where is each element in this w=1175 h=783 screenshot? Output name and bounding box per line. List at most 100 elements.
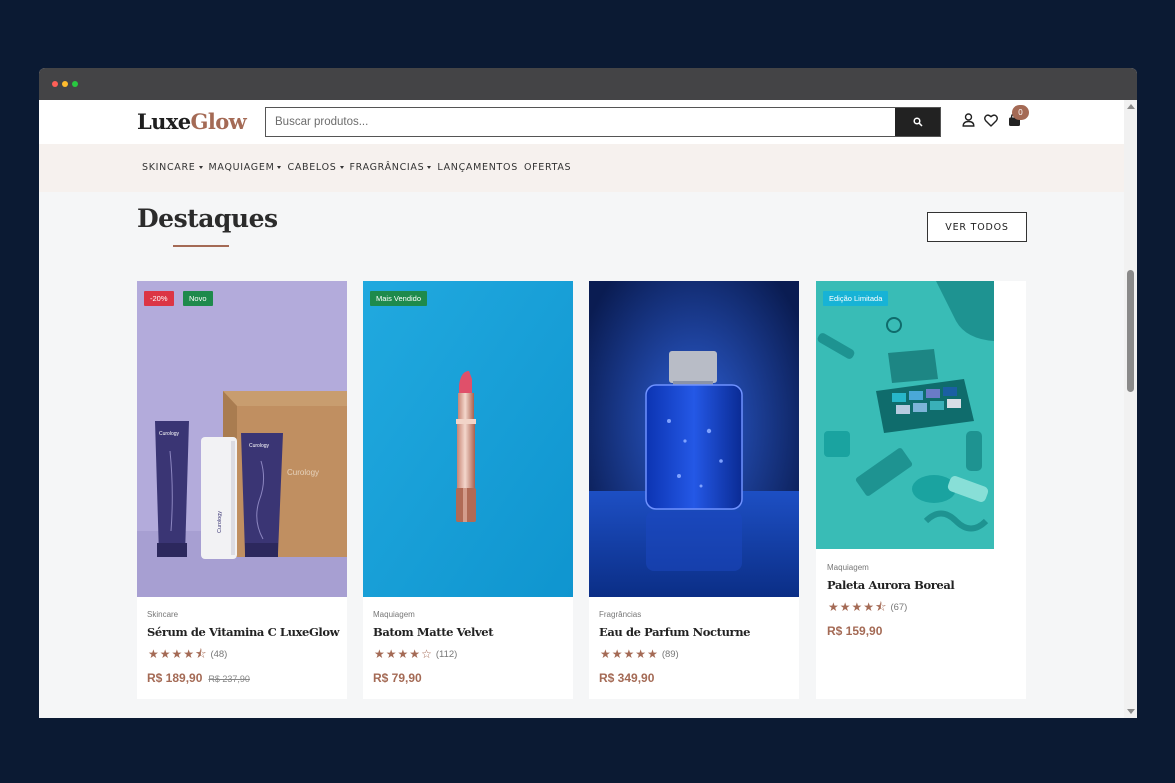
product-price: R$ 189,90 R$ 237,90 (147, 671, 250, 685)
nav-item-2[interactable]: MAQUIAGEM (209, 162, 282, 173)
current-price: R$ 349,90 (599, 671, 655, 685)
caret-down-icon (339, 166, 344, 169)
badge-limited: Edição Limitada (823, 291, 889, 306)
badge-bestseller: Mais Vendido (370, 291, 428, 306)
star-icon: ★ (828, 600, 839, 614)
product-price: R$ 159,90 (827, 624, 882, 638)
review-count: (48) (210, 648, 228, 660)
badge-new: Novo (183, 291, 213, 306)
old-price: R$ 237,90 (208, 674, 250, 684)
star-icon: ★ (374, 647, 385, 661)
product-price: R$ 349,90 (599, 671, 654, 685)
star-icon: ★ (409, 647, 421, 661)
product-card[interactable]: Edição Limitada Maquiagem Paleta Aurora … (816, 281, 1026, 699)
title-underline (173, 245, 229, 247)
product-name[interactable]: Paleta Aurora Boreal (827, 578, 955, 592)
window-titlebar (39, 68, 1137, 100)
page-viewport: LuxeGlow Buscar produtos... 0 SKINCARE M… (39, 100, 1124, 718)
lipstick-image (363, 281, 573, 597)
product-card[interactable]: Fragrâncias Eau de Parfum Nocturne ★ ★ ★… (589, 281, 799, 699)
product-card[interactable]: Mais Vendido Maquiagem Batom Matte Velve… (363, 281, 573, 699)
search-icon (912, 117, 923, 127)
star-icon: ★ (623, 647, 635, 661)
star-icon: ★ (148, 647, 159, 661)
nav-item-label: CABELOS (287, 162, 337, 173)
star-icon: ★ (635, 647, 647, 661)
product-rating: ★ ★ ★ ★ ★ (89) (600, 648, 679, 660)
product-rating: ★ ★ ★ ★ ⯪ (67) (828, 601, 907, 613)
product-image[interactable] (363, 281, 573, 597)
product-category: Maquiagem (373, 610, 415, 619)
scroll-up-arrow-icon[interactable] (1127, 104, 1135, 109)
nav-item-label: OFERTAS (523, 162, 572, 173)
nav-item-1[interactable]: SKINCARE (142, 162, 203, 173)
perfume-image (589, 281, 799, 597)
star-icon: ★ (600, 647, 611, 661)
brand-logo-part1: Luxe (137, 109, 191, 134)
search-button[interactable] (895, 108, 940, 136)
product-image[interactable]: Curology Curology Curology Curology (137, 281, 347, 597)
site-header: LuxeGlow Buscar produtos... 0 (39, 100, 1124, 144)
user-icon (961, 113, 975, 127)
star-icon: ★ (647, 647, 658, 661)
star-icon: ★ (863, 600, 875, 614)
nav-item-label: MAQUIAGEM (208, 162, 275, 173)
product-image[interactable] (589, 281, 799, 597)
nav-item-4[interactable]: FRAGRÂNCIAS (350, 162, 432, 173)
star-icon: ★ (397, 647, 409, 661)
scroll-down-arrow-icon[interactable] (1127, 709, 1135, 714)
review-count: (112) (435, 648, 458, 660)
star-icon: ★ (183, 647, 195, 661)
product-price: R$ 79,90 (373, 671, 422, 685)
brand-logo[interactable]: LuxeGlow (137, 109, 247, 134)
window-maximize-button[interactable] (72, 81, 78, 87)
nav-items: SKINCARE MAQUIAGEM CABELOS FRAGRÂNCIAS LANÇA… (142, 162, 571, 173)
product-rating: ★ ★ ★ ★ ☆ (112) (374, 648, 457, 660)
caret-down-icon (198, 166, 203, 169)
product-name[interactable]: Batom Matte Velvet (373, 625, 494, 639)
nav-item-6[interactable]: OFERTAS (524, 162, 571, 173)
heart-icon (984, 113, 998, 127)
nav-item-3[interactable]: CABELOS (287, 162, 344, 173)
window-close-button[interactable] (52, 81, 58, 87)
current-price: R$ 189,90 (147, 671, 203, 685)
scroll-thumb[interactable] (1127, 270, 1134, 392)
star-icon: ★ (839, 600, 851, 614)
vertical-scrollbar[interactable] (1124, 100, 1137, 718)
box-brand-text: Curology (287, 468, 319, 477)
product-image[interactable] (816, 281, 994, 549)
browser-window: LuxeGlow Buscar produtos... 0 SKINCARE M… (39, 68, 1137, 718)
wishlist-button[interactable] (983, 112, 999, 128)
current-price: R$ 79,90 (373, 671, 422, 685)
main-nav: SKINCARE MAQUIAGEM CABELOS FRAGRÂNCIAS LANÇA… (39, 144, 1124, 192)
product-card[interactable]: Curology Curology Curology Curology -20%… (137, 281, 347, 699)
palette-image (816, 281, 994, 549)
current-price: R$ 159,90 (827, 624, 883, 638)
nav-item-5[interactable]: LANÇAMENTOS (437, 162, 518, 173)
caret-down-icon (277, 166, 282, 169)
bottle-brand-text: Curology (217, 511, 223, 533)
view-all-button[interactable]: VER TODOS (927, 212, 1027, 242)
badge-discount: -20% (144, 291, 174, 306)
account-button[interactable] (960, 112, 976, 128)
review-count: (89) (661, 648, 679, 660)
brand-logo-part2: Glow (190, 109, 247, 134)
search-input[interactable] (266, 108, 896, 136)
product-name[interactable]: Sérum de Vitamina C LuxeGlow (147, 625, 340, 639)
window-minimize-button[interactable] (62, 81, 68, 87)
review-count: (67) (890, 601, 908, 613)
cart-count-badge: 0 (1012, 105, 1029, 120)
product-category: Skincare (147, 610, 179, 619)
skincare-set-image: Curology Curology Curology Curology (137, 281, 347, 597)
nav-item-label: FRAGRÂNCIAS (349, 162, 425, 173)
star-half-icon: ⯪ (195, 647, 207, 661)
nav-item-label: LANÇAMENTOS (437, 162, 518, 173)
product-category: Maquiagem (827, 563, 869, 572)
product-name[interactable]: Eau de Parfum Nocturne (599, 625, 750, 639)
tube-left-brand-text: Curology (159, 431, 180, 437)
star-half-icon: ⯪ (875, 600, 887, 614)
star-icon: ★ (385, 647, 397, 661)
star-empty-icon: ☆ (421, 647, 432, 661)
star-icon: ★ (159, 647, 171, 661)
nav-item-label: SKINCARE (142, 162, 196, 173)
